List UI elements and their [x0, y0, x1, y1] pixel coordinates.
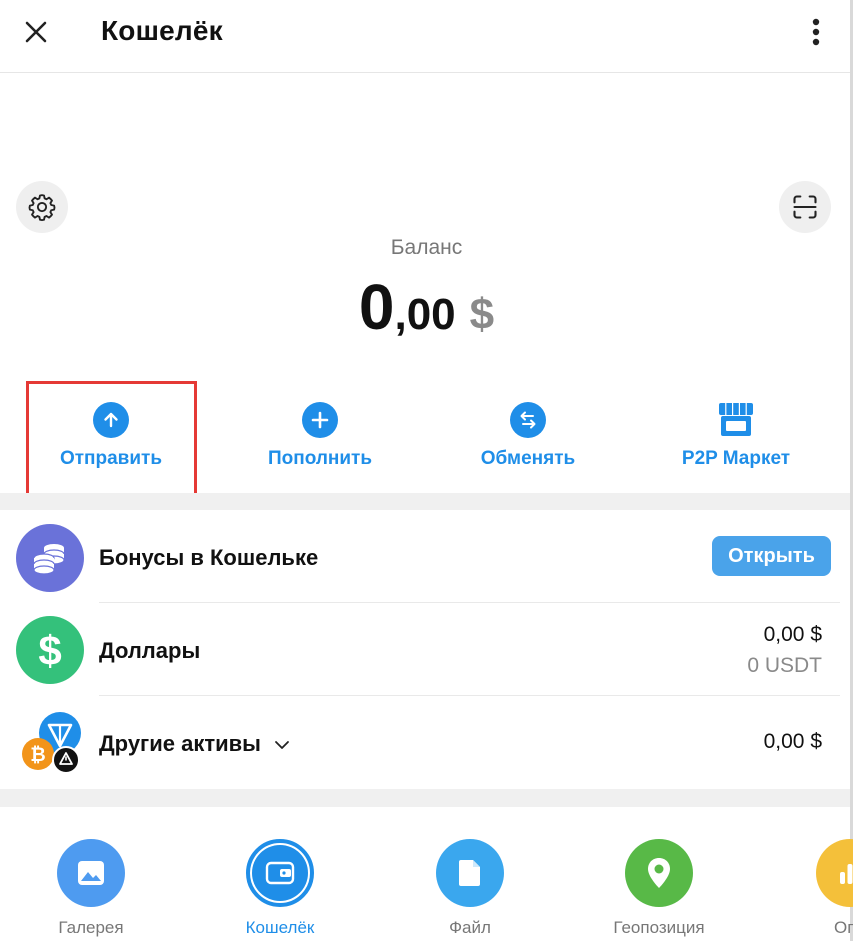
tab-gallery-label: Галерея [58, 918, 124, 937]
p2p-market-button[interactable]: P2P Маркет [636, 402, 836, 470]
other-assets-row[interactable]: ₿ Другие активы 0,00 $ [0, 696, 850, 789]
plus-icon [311, 411, 329, 429]
top-up-button[interactable]: Пополнить [220, 402, 420, 470]
scan-icon [793, 195, 817, 219]
dollar-icon: $ [16, 616, 84, 684]
image-icon [78, 861, 104, 885]
p2p-market-label: P2P Маркет [681, 448, 791, 469]
tab-poll[interactable]: Опр [765, 839, 853, 938]
balance-fraction: ,00 [394, 290, 456, 339]
open-bonus-button[interactable]: Открыть [712, 536, 831, 576]
coins-icon [16, 524, 84, 592]
other-assets-label: Другие активы [99, 731, 261, 756]
tab-file-label: Файл [449, 918, 491, 937]
exchange-button[interactable]: Обменять [428, 402, 628, 470]
tab-gallery[interactable]: Галерея [6, 839, 176, 938]
dollars-usdt-amount: 0 USDT [747, 654, 822, 677]
tab-poll-label: Опр [834, 918, 853, 937]
svg-text:$: $ [38, 628, 61, 672]
send-button[interactable]: Отправить [11, 402, 211, 470]
settings-button[interactable] [16, 181, 68, 233]
top-up-label: Пополнить [267, 448, 373, 469]
svg-text:₿: ₿ [30, 745, 45, 766]
more-options-button[interactable] [798, 14, 834, 50]
more-vertical-icon [812, 18, 820, 46]
other-assets-amount: 0,00 $ [763, 730, 822, 753]
scan-qr-button[interactable] [779, 181, 831, 233]
tab-wallet-label: Кошелёк [245, 918, 315, 937]
send-label: Отправить [59, 448, 163, 469]
tab-file[interactable]: Файл [385, 839, 555, 938]
dollars-title: Доллары [99, 638, 201, 663]
arrow-up-icon [104, 412, 118, 428]
tab-location-label: Геопозиция [613, 918, 705, 937]
wallet-icon [265, 861, 295, 885]
store-icon [719, 403, 753, 436]
other-assets-title: Другие активы [99, 731, 291, 757]
section-divider [0, 789, 850, 807]
balance-label: Баланс [390, 236, 463, 259]
top-bar: Кошелёк [0, 0, 853, 73]
dollars-amount: 0,00 $ [763, 623, 822, 646]
exchange-label: Обменять [480, 448, 576, 469]
balance-currency: $ [469, 290, 495, 339]
balance-integer: 0 [358, 271, 395, 343]
swap-icon [520, 411, 536, 429]
chevron-down-icon [275, 741, 289, 750]
dollars-row[interactable]: $ Доллары 0,00 $ 0 USDT [0, 603, 850, 696]
tab-wallet[interactable]: Кошелёк [195, 839, 365, 938]
tab-location[interactable]: Геопозиция [574, 839, 744, 938]
close-icon [25, 21, 47, 43]
close-button[interactable] [18, 14, 54, 50]
poll-icon [840, 864, 853, 884]
location-pin-icon [648, 858, 670, 888]
section-divider [0, 493, 850, 510]
gear-icon [28, 194, 56, 222]
file-icon [459, 860, 480, 886]
page-title: Кошелёк [101, 15, 223, 46]
crypto-assets-icon: ₿ [16, 710, 84, 778]
bonus-title: Бонусы в Кошельке [99, 545, 319, 570]
balance-amount: 0,00 $ [0, 270, 853, 344]
